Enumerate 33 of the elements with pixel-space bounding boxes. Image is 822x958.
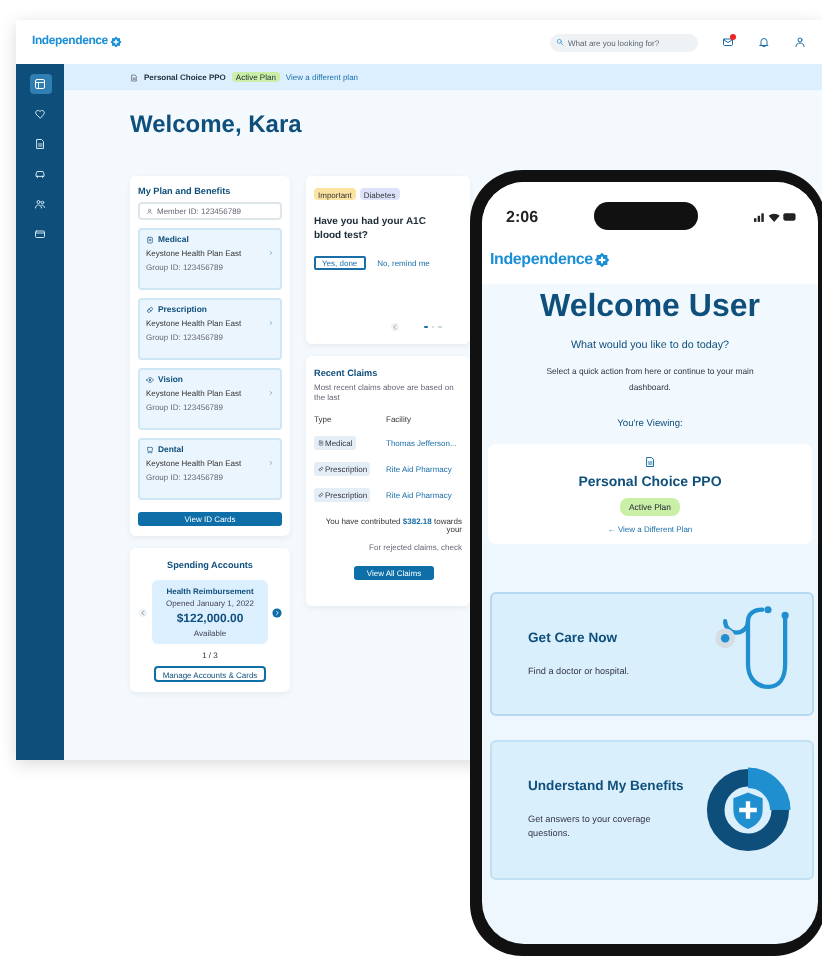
greeting: Welcome, Kara [128,108,304,142]
logo-text: Independence [490,250,593,268]
clipboard-icon [146,235,154,243]
cross-icon [109,36,122,48]
grid-icon [34,78,46,90]
welcome-heading: Welcome User [540,290,760,326]
sidebar-item[interactable] [29,194,51,214]
mail-icon[interactable] [722,36,734,48]
pill-icon [146,305,154,313]
car-icon [34,168,46,180]
status-time: 2:06 [506,207,539,225]
people-icon [34,198,46,210]
bell-icon[interactable] [758,36,770,48]
cross-icon [594,251,611,267]
document-icon [130,73,138,81]
pill-icon [317,491,323,498]
heart-icon [34,108,46,120]
document-icon [34,138,46,150]
card-icon [34,228,46,240]
camera-notch [594,202,698,230]
sidebar-item[interactable] [29,104,51,124]
tooth-icon [146,445,154,453]
search-icon [556,38,564,46]
sidebar-item[interactable] [29,224,51,244]
user-icon [146,207,153,215]
clipboard-icon [317,439,323,446]
sidebar-item[interactable] [29,74,51,94]
eye-icon [146,375,154,383]
pill-icon [317,465,323,472]
document-icon [644,455,656,468]
status-icons [753,209,798,223]
user-icon[interactable] [794,36,806,48]
chevron-right-icon[interactable] [272,607,282,617]
